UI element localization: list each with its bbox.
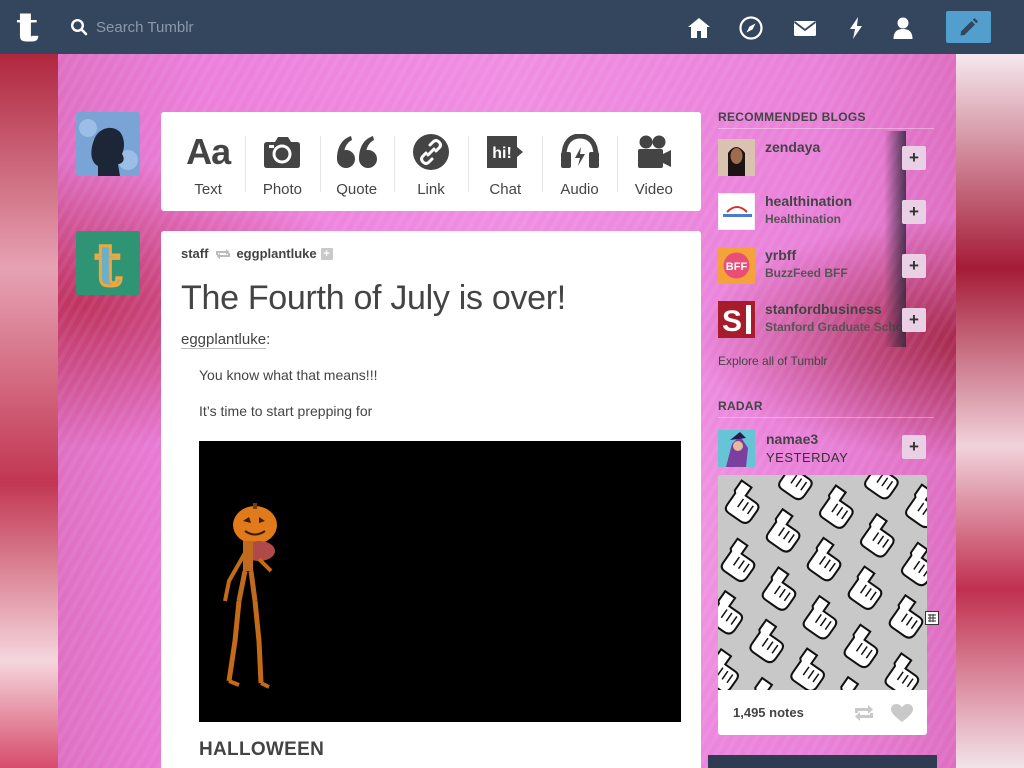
quote-line-1: You know what that means!!! [199,367,378,383]
post-type-label: Text [194,181,222,198]
recommended-blogs-title: RECOMMENDED BLOGS [718,110,866,124]
post-quote-author: eggplantluke: [181,331,271,349]
blog-name[interactable]: yrbff [765,247,796,263]
reblogger-link[interactable]: staff [181,246,208,261]
tumblr-t-avatar-image: t [76,231,140,295]
post-type-bar: Aa Text Photo Quote Link hi! Chat Audio … [161,112,701,211]
background-photo-left [0,54,58,768]
reblog-icon[interactable] [853,704,875,722]
silhouette-avatar-image [76,112,140,176]
author-link[interactable]: eggplantluke [181,331,267,349]
post-type-quote[interactable]: Quote [319,112,394,211]
svg-text:S: S [722,305,742,338]
background-photo-right [956,54,1024,768]
notes-count[interactable]: 1,495 notes [733,705,804,720]
account-icon[interactable] [890,15,916,41]
blog-avatar: S [718,301,755,338]
search-icon [70,18,88,36]
compose-button[interactable] [946,11,991,43]
chat-icon: hi! [468,130,542,174]
post-type-label: Video [634,181,673,198]
staff-avatar[interactable]: t [76,231,140,295]
home-icon[interactable] [686,15,712,41]
explore-link[interactable]: Explore all of Tumblr [718,354,827,368]
video-camera-icon [617,130,691,174]
radar-post-card: 1,495 notes [718,475,927,735]
post-type-label: Chat [489,181,522,198]
text-icon: Aa [186,131,231,172]
explore-icon[interactable] [738,15,764,41]
follow-button[interactable]: + [902,308,926,332]
search-input[interactable] [96,14,396,40]
quote-line-2: It’s time to start prepping for [199,403,373,419]
radar-post-image[interactable] [718,475,927,690]
link-icon [394,130,468,174]
inbox-icon[interactable] [792,15,818,41]
post-header: staff eggplantluke + [181,246,333,261]
dancing-skeleton-image [199,441,681,722]
radar-blog-row[interactable]: namae3 YESTERDAY [718,430,928,468]
post-type-text[interactable]: Aa Text [171,112,245,211]
svg-text:BFF: BFF [726,261,748,273]
radar-blog-avatar [718,430,755,467]
blog-name[interactable]: healthination [765,193,852,209]
blog-name[interactable]: zendaya [765,139,820,155]
camera-icon [245,130,319,174]
svg-text:hi!: hi! [492,145,512,162]
keyboard-shortcuts-icon[interactable] [925,611,939,625]
post-title: The Fourth of July is over! [181,279,566,317]
blog-avatar: BFF [718,247,755,284]
post-type-label: Photo [262,181,303,198]
source-blog-link[interactable]: eggplantluke [236,246,316,261]
post-heading: HALLOWEEN [199,739,325,760]
post-card: staff eggplantluke + The Fourth of July … [161,231,701,768]
tumblr-logo-icon[interactable]: t [18,8,49,48]
author-colon: : [266,331,271,348]
quote-icon [320,130,394,174]
post-type-label: Quote [336,181,378,198]
post-type-label: Link [417,181,445,198]
blog-name[interactable]: stanfordbusiness [765,301,882,317]
heart-icon[interactable] [891,704,913,723]
post-type-link[interactable]: Link [393,112,468,211]
follow-plus-icon[interactable]: + [320,247,333,260]
post-type-label: Audio [560,181,599,198]
radar-next-card [708,755,937,768]
follow-button[interactable]: + [902,200,926,224]
top-navigation-bar: t [0,0,1024,54]
recommended-blog-row[interactable]: BFF yrbff BuzzFeed BFF [718,239,928,293]
follow-button[interactable]: + [902,146,926,170]
radar-blog-name[interactable]: namae3 [766,431,818,447]
blog-avatar [718,139,755,176]
recommended-blog-row[interactable]: S stanfordbusiness Stanford Graduate Sch… [718,293,928,347]
recommended-blog-row[interactable]: zendaya [718,131,928,185]
pencil-icon [960,18,978,36]
reblog-icon [216,248,231,259]
post-type-photo[interactable]: Photo [245,112,319,211]
svg-text:t: t [95,231,122,295]
user-avatar[interactable] [76,112,140,176]
radar-title: RADAR [718,399,763,413]
activity-icon[interactable] [843,15,869,41]
post-gif-image[interactable] [199,441,681,722]
follow-button[interactable]: + [902,435,926,459]
divider [718,417,934,418]
headphones-icon [542,130,616,174]
post-type-audio[interactable]: Audio [542,112,616,211]
follow-button[interactable]: + [902,254,926,278]
recommended-blog-row[interactable]: healthination Healthination [718,185,928,239]
blog-avatar [718,193,755,230]
pointing-hands-image [718,475,927,690]
radar-post-time: YESTERDAY [766,450,849,465]
post-type-chat[interactable]: hi! Chat [468,112,542,211]
divider [718,128,934,129]
post-type-video[interactable]: Video [616,112,691,211]
